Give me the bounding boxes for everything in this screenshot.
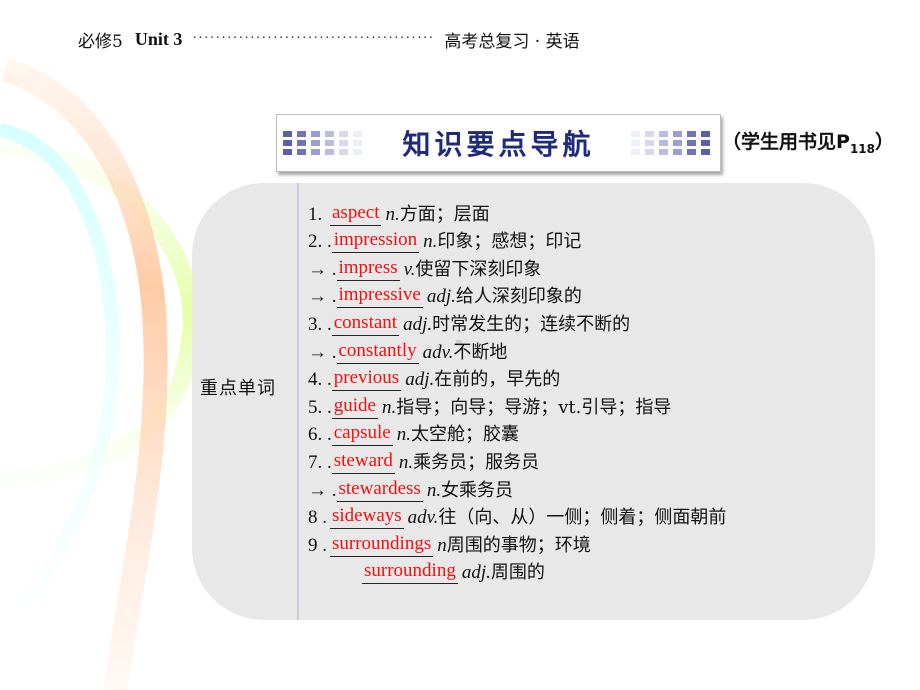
part-of-speech: adj. bbox=[403, 313, 433, 335]
vocabulary-row: → . constantly adv. 不断地 bbox=[308, 336, 878, 364]
book-label: 必修5 bbox=[78, 31, 123, 52]
answer-blank: capsule bbox=[331, 423, 393, 447]
part-of-speech: adj. bbox=[426, 286, 456, 308]
row-number: 8 . bbox=[308, 507, 327, 529]
reference-page: 118 bbox=[849, 141, 875, 156]
green-arc bbox=[0, 136, 201, 489]
answer-blank: impressive bbox=[336, 285, 423, 309]
answer-blank: constant bbox=[331, 312, 400, 336]
definition: 方面；层面 bbox=[399, 203, 490, 225]
row-number: → . bbox=[308, 258, 337, 280]
row-number: 7. . bbox=[308, 451, 332, 473]
vocabulary-row: 5. . guide n. 指导；向导；导游；vt.引导；指导 bbox=[308, 391, 878, 419]
definition: 周围的事物；环境 bbox=[446, 534, 591, 556]
definition: 不断地 bbox=[453, 341, 508, 363]
banner-title: 知识要点导航 bbox=[402, 128, 595, 161]
panel-divider bbox=[297, 183, 299, 620]
answer-blank: surrounding bbox=[362, 561, 458, 585]
vocabulary-row: 6. . capsule n. 太空舱；胶囊 bbox=[308, 419, 878, 447]
section-label: 重点单词 bbox=[200, 378, 276, 399]
vocabulary-row: 8 . sideways adv. 往（向、从）一侧；侧着；侧面朝前 bbox=[308, 502, 878, 530]
decorative-squares-right bbox=[631, 131, 710, 155]
vocabulary-row: 7. . steward n. 乘务员；服务员 bbox=[308, 446, 878, 474]
series-label: 高考总复习 · 英语 bbox=[444, 31, 580, 52]
row-number: 6. . bbox=[308, 424, 332, 446]
vocabulary-row: → . stewardess n. 女乘务员 bbox=[308, 474, 878, 502]
definition: 太空舱；胶囊 bbox=[410, 424, 519, 446]
answer-blank: guide bbox=[331, 395, 378, 419]
definition: 往（向、从）一侧；侧着；侧面朝前 bbox=[438, 507, 727, 529]
definition: 女乘务员 bbox=[441, 479, 514, 501]
part-of-speech: n. bbox=[426, 479, 442, 501]
part-of-speech: adv. bbox=[422, 341, 454, 363]
definition: 印象；感想；印记 bbox=[437, 231, 582, 253]
definition: 乘务员；服务员 bbox=[413, 451, 540, 473]
part-of-speech: n. bbox=[385, 203, 400, 225]
part-of-speech: n. bbox=[396, 424, 411, 446]
decorative-squares-left bbox=[283, 131, 362, 155]
textbook-reference: （学生用书见P118） bbox=[722, 127, 894, 156]
row-number: 4. . bbox=[308, 369, 332, 391]
row-number: → . bbox=[308, 479, 337, 501]
answer-blank: aspect bbox=[330, 202, 382, 226]
row-number: 5. . bbox=[308, 396, 332, 418]
answer-blank: surroundings bbox=[330, 533, 434, 557]
orange-arc bbox=[1, 58, 168, 690]
unit-label: Unit 3 bbox=[134, 28, 183, 49]
definition: 使留下深刻印象 bbox=[415, 258, 542, 280]
vocabulary-row: → . impress v. 使留下深刻印象 bbox=[308, 253, 878, 281]
part-of-speech: n. bbox=[381, 396, 397, 418]
vocabulary-row: 3. . constant adj. 时常发生的；连续不断的 bbox=[308, 308, 878, 336]
reference-suffix: ） bbox=[875, 131, 895, 153]
answer-blank: previous bbox=[331, 368, 402, 392]
vocabulary-row: 4. . previous adj. 在前的，早先的 bbox=[308, 364, 878, 392]
row-number: → . bbox=[308, 341, 337, 363]
row-number: → . bbox=[308, 286, 337, 308]
definition: 周围的 bbox=[490, 562, 545, 584]
vocabulary-row: 1. aspect n. 方面；层面 bbox=[308, 198, 878, 226]
part-of-speech: adv. bbox=[407, 507, 439, 529]
answer-blank: impress bbox=[336, 257, 400, 281]
answer-blank: sideways bbox=[330, 506, 404, 530]
reference-prefix: （学生用书见P bbox=[722, 131, 850, 153]
part-of-speech: n. bbox=[423, 231, 438, 253]
vocabulary-row: surrounding adj. 周围的 bbox=[308, 557, 878, 585]
part-of-speech: v. bbox=[403, 258, 416, 280]
row-number: 3. . bbox=[308, 313, 332, 335]
vocabulary-row: → . impressive adj. 给人深刻印象的 bbox=[308, 281, 878, 309]
vocabulary-row: 9 . surroundings n 周围的事物；环境 bbox=[308, 529, 878, 557]
cyan-arc bbox=[0, 123, 120, 604]
answer-blank: steward bbox=[331, 450, 395, 474]
leader-dots: ········································… bbox=[192, 31, 435, 46]
part-of-speech: adj. bbox=[405, 369, 435, 391]
row-number: 2. . bbox=[308, 231, 332, 253]
part-of-speech: adj. bbox=[461, 562, 491, 584]
vocabulary-row: 2. . impression n. 印象；感想；印记 bbox=[308, 226, 878, 254]
definition: 指导；向导；导游；vt.引导；指导 bbox=[396, 396, 672, 418]
part-of-speech: n bbox=[437, 534, 447, 556]
row-number: 9 . bbox=[308, 534, 327, 556]
page-header: 必修5 Unit 3 ·····························… bbox=[78, 24, 698, 54]
answer-blank: constantly bbox=[336, 340, 419, 364]
vocabulary-list: 1. aspect n. 方面；层面 2. . impression n. 印象；感想；印记 →… bbox=[308, 198, 878, 585]
part-of-speech: n. bbox=[398, 451, 414, 473]
definition: 在前的，早先的 bbox=[434, 369, 561, 391]
answer-blank: impression bbox=[331, 230, 420, 254]
definition: 给人深刻印象的 bbox=[455, 286, 582, 308]
row-number: 1. bbox=[308, 203, 323, 225]
answer-blank: stewardess bbox=[336, 478, 423, 502]
section-banner: 知识要点导航 bbox=[276, 114, 721, 172]
definition: 时常发生的；连续不断的 bbox=[432, 313, 631, 335]
